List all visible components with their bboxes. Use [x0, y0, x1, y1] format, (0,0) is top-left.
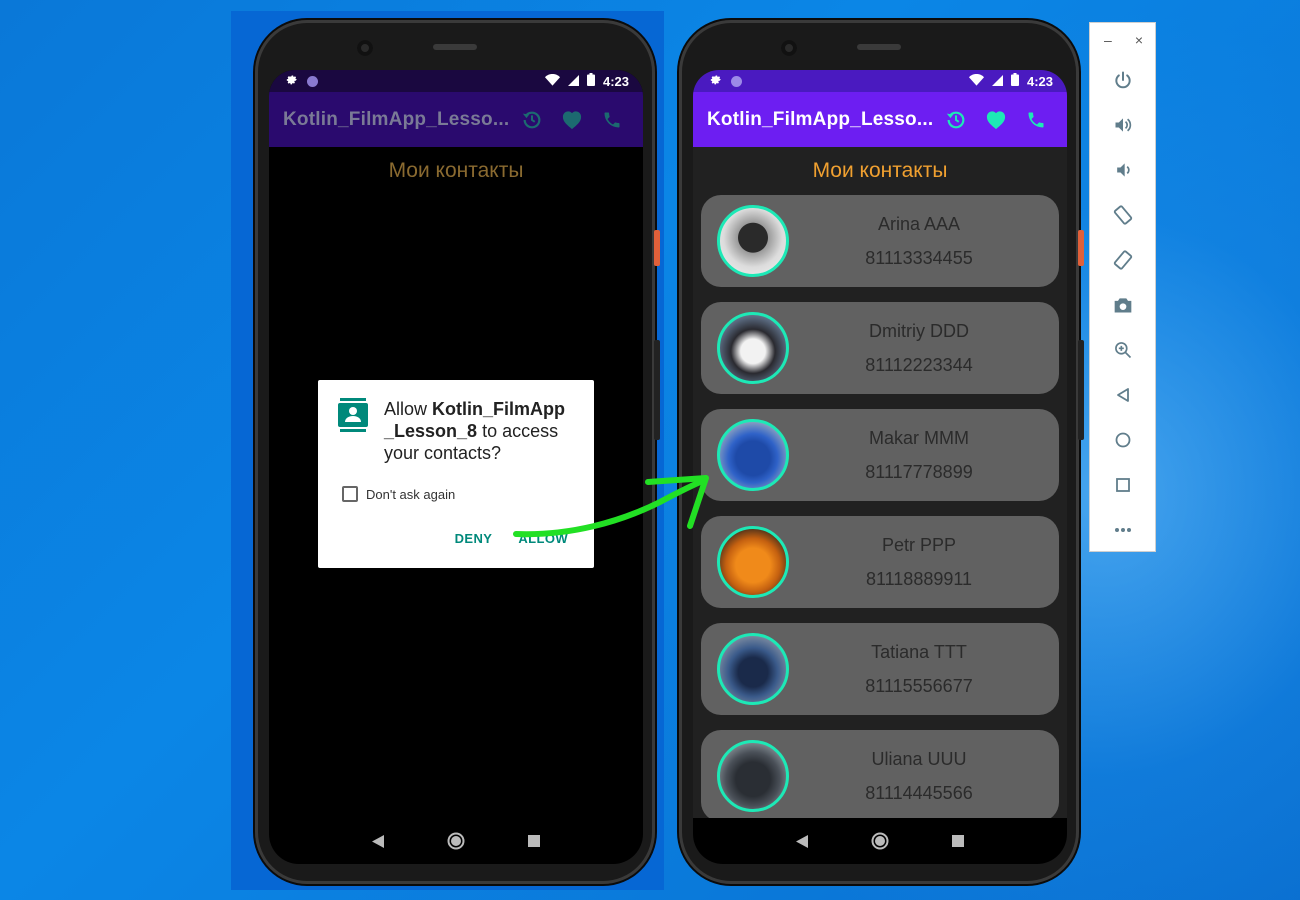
nav-back-icon[interactable] [792, 831, 812, 851]
history-icon[interactable] [515, 103, 549, 137]
volume-down-icon[interactable] [1090, 147, 1155, 192]
contacts-icon [338, 398, 368, 464]
dialog-msg-prefix: Allow [384, 399, 433, 419]
overview-icon[interactable] [1090, 462, 1155, 507]
battery-icon [1010, 73, 1019, 89]
dont-ask-again-checkbox[interactable] [342, 486, 358, 502]
notification-dot-icon [307, 75, 318, 87]
favorite-heart-icon[interactable] [979, 103, 1013, 137]
app-title: Kotlin_FilmApp_Lesso... [707, 108, 933, 130]
status-bar: 4:23 [693, 70, 1067, 92]
contact-phone: 81117778899 [865, 461, 973, 482]
contact-phone: 81114445566 [865, 782, 973, 803]
contact-phone: 81118889911 [865, 568, 973, 589]
contact-name: Tatiana TTT [871, 641, 967, 662]
contact-item[interactable]: Dmitriy DDD 81112223344 [701, 302, 1059, 394]
battery-icon [586, 73, 595, 89]
power-side-button [654, 230, 660, 266]
right-screen: 4:23 Kotlin_FilmApp_Lesso... Мои контакт… [693, 70, 1067, 864]
contact-avatar [717, 312, 789, 384]
more-icon[interactable] [1090, 507, 1155, 552]
speaker-grille [433, 44, 477, 50]
right-phone: 4:23 Kotlin_FilmApp_Lesso... Мои контакт… [679, 20, 1084, 884]
wifi-icon [968, 73, 984, 89]
app-title: Kotlin_FilmApp_Lesso... [283, 108, 509, 130]
dont-ask-again-label: Don't ask again [366, 486, 456, 502]
settings-icon [709, 73, 723, 90]
volume-side-button [1078, 340, 1084, 440]
contact-name: Petr PPP [881, 534, 957, 555]
deny-button[interactable]: DENY [455, 531, 493, 546]
phone-icon[interactable] [595, 103, 629, 137]
power-side-button [1078, 230, 1084, 266]
back-icon[interactable] [1090, 372, 1155, 417]
front-camera [357, 40, 373, 56]
green-arrow-annotation [513, 475, 709, 538]
contact-phone: 81115556677 [865, 675, 973, 696]
contact-avatar [717, 740, 789, 812]
status-time: 4:23 [602, 73, 629, 89]
contact-name: Makar MMM [869, 427, 969, 448]
app-bar: Kotlin_FilmApp_Lesso... [693, 92, 1067, 147]
minimize-button[interactable]: – [1104, 32, 1112, 48]
contact-item[interactable]: Petr PPP 81118889911 [701, 516, 1059, 608]
phone-icon[interactable] [1019, 103, 1053, 137]
emulator-toolbar: – × [1089, 22, 1156, 552]
contacts-list[interactable]: Arina AAA 81113334455 Dmitriy DDD 811122… [693, 183, 1067, 822]
wifi-icon [544, 73, 560, 89]
contact-phone: 81113334455 [865, 247, 973, 268]
notification-dot-icon [731, 75, 742, 87]
favorite-heart-icon[interactable] [555, 103, 589, 137]
nav-back-icon[interactable] [368, 831, 388, 851]
settings-icon [285, 73, 299, 90]
left-phone: 4:23 Kotlin_FilmApp_Lesso... Мои контакт… [255, 20, 660, 884]
signal-icon [991, 74, 1003, 89]
nav-overview-icon[interactable] [524, 831, 544, 851]
page-heading: Мои контакты [812, 159, 948, 182]
status-bar: 4:23 [269, 70, 643, 92]
contact-avatar [717, 633, 789, 705]
signal-icon [567, 74, 579, 89]
contact-name: Dmitriy DDD [869, 320, 969, 341]
power-icon[interactable] [1090, 57, 1155, 102]
home-icon[interactable] [1090, 417, 1155, 462]
history-icon[interactable] [939, 103, 973, 137]
page-heading: Мои контакты [388, 159, 524, 182]
contact-item[interactable]: Tatiana TTT 81115556677 [701, 623, 1059, 715]
contact-item[interactable]: Uliana UUU 81114445566 [701, 730, 1059, 822]
nav-home-icon[interactable] [446, 831, 466, 851]
rotate-left-icon[interactable] [1090, 192, 1155, 237]
contact-avatar [717, 205, 789, 277]
contact-name: Arina AAA [877, 213, 961, 234]
nav-home-icon[interactable] [870, 831, 890, 851]
camera-icon[interactable] [1090, 282, 1155, 327]
system-nav-bar [693, 818, 1067, 864]
dialog-message: Allow Kotlin_FilmApp _Lesson_8 to access… [384, 398, 574, 464]
front-camera [781, 40, 797, 56]
status-time: 4:23 [1026, 73, 1053, 89]
contact-item[interactable]: Makar MMM 81117778899 [701, 409, 1059, 501]
nav-overview-icon[interactable] [948, 831, 968, 851]
volume-side-button [654, 340, 660, 440]
close-button[interactable]: × [1135, 32, 1143, 48]
contact-phone: 81112223344 [865, 354, 973, 375]
contact-name: Uliana UUU [871, 748, 967, 769]
system-nav-bar [269, 818, 643, 864]
speaker-grille [857, 44, 901, 50]
rotate-right-icon[interactable] [1090, 237, 1155, 282]
volume-up-icon[interactable] [1090, 102, 1155, 147]
contact-item[interactable]: Arina AAA 81113334455 [701, 195, 1059, 287]
app-bar: Kotlin_FilmApp_Lesso... [269, 92, 643, 147]
zoom-in-icon[interactable] [1090, 327, 1155, 372]
